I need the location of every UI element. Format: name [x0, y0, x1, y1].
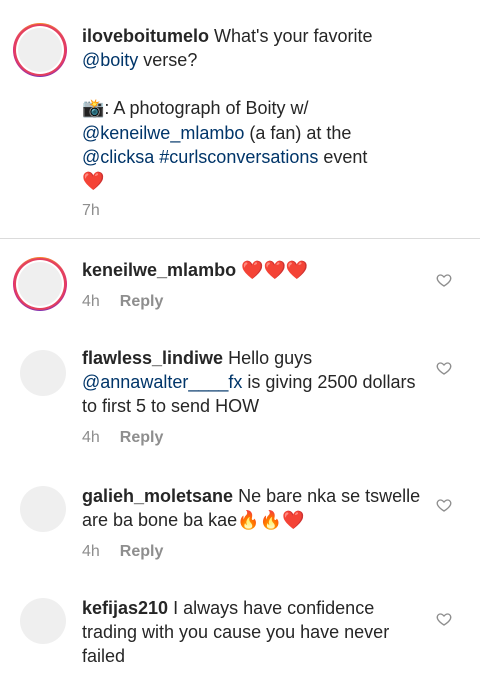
comment-meta: 4h Reply: [82, 543, 163, 561]
comment-username[interactable]: galieh_moletsane: [82, 486, 233, 506]
comment-meta: 4h Reply: [82, 293, 163, 311]
caption-line2: verse?: [138, 50, 198, 70]
reply-button[interactable]: Reply: [120, 429, 164, 446]
comment-meta: 4h Reply: [82, 429, 163, 447]
comment-time: 4h: [82, 293, 100, 310]
heart-outline-icon[interactable]: [436, 497, 452, 513]
avatar[interactable]: [13, 257, 67, 311]
comment-item: keneilwe_mlambo ❤️❤️❤️ 4h Reply: [0, 240, 480, 330]
camera-icon: 📸: [82, 98, 105, 119]
comment-text-a: Hello guys: [223, 348, 313, 368]
heart-outline-icon[interactable]: [436, 360, 452, 376]
comment-text: kefijas210 I always have confidence trad…: [82, 596, 422, 668]
mention-annawalter[interactable]: @annawalter____fx: [82, 372, 242, 392]
caption-time: 7h: [82, 202, 100, 219]
comment-text: flawless_lindiwe Hello guys @annawalter_…: [82, 346, 422, 418]
comment-time: 4h: [82, 429, 100, 446]
comment-time: 4h: [82, 543, 100, 560]
avatar[interactable]: [20, 350, 66, 396]
mention-boity[interactable]: @boity: [82, 50, 138, 70]
caption: iloveboitumelo What's your favorite @boi…: [0, 0, 480, 238]
comment-item: kefijas210 I always have confidence trad…: [0, 578, 480, 682]
comment-text: galieh_moletsane Ne bare nka se tswelle …: [82, 484, 422, 533]
caption-line1: What's your favorite: [209, 26, 373, 46]
avatar[interactable]: [20, 486, 66, 532]
heart-emoji: ❤️: [82, 171, 105, 192]
fire-heart-emojis: 🔥🔥❤️: [237, 510, 305, 531]
comment-username[interactable]: flawless_lindiwe: [82, 348, 223, 368]
avatar[interactable]: [13, 23, 67, 77]
caption-text: iloveboitumelo What's your favorite @boi…: [82, 24, 422, 194]
comment-emojis: ❤️❤️❤️: [241, 260, 309, 281]
heart-outline-icon[interactable]: [436, 272, 452, 288]
reply-button[interactable]: Reply: [120, 543, 164, 560]
caption-event-text: event: [318, 147, 368, 167]
mention-clicksa[interactable]: @clicksa: [82, 147, 154, 167]
comment-username[interactable]: kefijas210: [82, 598, 168, 618]
avatar[interactable]: [20, 598, 66, 644]
hashtag-curlsconversations[interactable]: #curlsconversations: [159, 147, 318, 167]
heart-outline-icon[interactable]: [436, 611, 452, 627]
caption-username[interactable]: iloveboitumelo: [82, 26, 209, 46]
mention-keneilwe[interactable]: @keneilwe_mlambo: [82, 123, 244, 143]
divider: [0, 238, 480, 239]
caption-fan-text: (a fan) at the: [244, 123, 352, 143]
reply-button[interactable]: Reply: [120, 293, 164, 310]
caption-photo-text: : A photograph of Boity w/: [104, 98, 309, 118]
comment-text: keneilwe_mlambo ❤️❤️❤️: [82, 258, 422, 283]
comment-item: flawless_lindiwe Hello guys @annawalter_…: [0, 330, 480, 466]
comment-username[interactable]: keneilwe_mlambo: [82, 260, 236, 280]
comment-item: galieh_moletsane Ne bare nka se tswelle …: [0, 466, 480, 578]
